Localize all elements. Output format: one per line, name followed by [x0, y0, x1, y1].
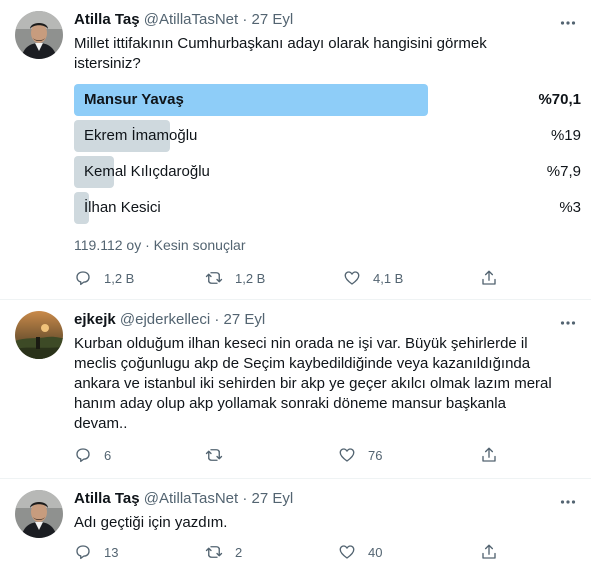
like-button[interactable]: 40 — [338, 542, 382, 562]
share-icon — [482, 544, 496, 559]
more-button[interactable] — [558, 313, 578, 333]
poll-status: Kesin sonuçlar — [153, 237, 246, 253]
tweet-header: ejkejk @ejderkelleci · 27 Eyl — [74, 311, 265, 328]
poll-meta: 119.112 oy · Kesin sonuçlar — [74, 237, 246, 253]
tweet-date[interactable]: 27 Eyl — [224, 311, 266, 328]
separator-dot: · — [242, 11, 248, 28]
author-handle[interactable]: @ejderkelleci — [120, 311, 210, 328]
more-icon — [560, 21, 576, 25]
poll-option-percent: %70,1 — [538, 91, 581, 108]
more-icon — [560, 321, 576, 325]
reply-icon — [76, 545, 90, 560]
avatar-atilla-tas[interactable] — [15, 11, 63, 59]
poll-option-percent: %3 — [559, 199, 581, 216]
share-icon — [482, 270, 496, 285]
more-button[interactable] — [558, 13, 578, 33]
tweet-text-line: Adı geçtiği için yazdım. — [74, 514, 228, 531]
share-button[interactable] — [480, 542, 498, 562]
reply-count: 1,2 B — [104, 270, 135, 286]
tweet-text-line: devam.. — [74, 415, 128, 432]
reply-button[interactable]: 6 — [74, 445, 111, 465]
poll-option: Ekrem İmamoğlu %19 — [74, 120, 581, 152]
retweet-button[interactable] — [205, 445, 235, 465]
poll-option: İlhan Kesici %3 — [74, 192, 581, 224]
tweet-3[interactable]: Atilla Taş @AtillaTasNet · 27 Eyl Adı ge… — [0, 479, 591, 570]
tweet-text: Kurban olduğum ilhan keseci nin orada ne… — [74, 334, 574, 434]
more-button[interactable] — [558, 492, 578, 512]
like-icon — [339, 448, 355, 462]
reply-icon — [76, 448, 90, 463]
reply-icon — [76, 271, 90, 286]
share-button[interactable] — [480, 268, 498, 288]
author-handle[interactable]: @AtillaTasNet — [144, 490, 238, 507]
share-button[interactable] — [480, 445, 498, 465]
poll-votes: 119.112 oy — [74, 237, 142, 253]
tweet-header: Atilla Taş @AtillaTasNet · 27 Eyl — [74, 11, 293, 28]
author-handle[interactable]: @AtillaTasNet — [144, 11, 238, 28]
avatar-ejkejk[interactable] — [15, 311, 63, 359]
share-icon — [482, 447, 496, 462]
like-count: 76 — [368, 447, 383, 463]
retweet-button[interactable]: 2 — [205, 542, 242, 562]
avatar-atilla-tas[interactable] — [15, 490, 63, 538]
retweet-button[interactable]: 1,2 B — [205, 268, 265, 288]
retweet-icon — [205, 272, 223, 284]
tweet-text-line: meclis çoğunlugu akp de Seçim kaybedildi… — [74, 355, 531, 372]
retweet-count: 1,2 B — [235, 270, 266, 286]
tweet-text-line: istersiniz? — [74, 55, 141, 72]
retweet-count: 2 — [235, 544, 243, 560]
author-name[interactable]: ejkejk — [74, 311, 116, 328]
tweet-header: Atilla Taş @AtillaTasNet · 27 Eyl — [74, 490, 293, 507]
tweet-1[interactable]: Atilla Taş @AtillaTasNet · 27 Eyl Millet… — [0, 0, 591, 298]
reply-button[interactable]: 13 — [74, 542, 118, 562]
poll-option-percent: %7,9 — [546, 163, 581, 180]
poll-option-label: İlhan Kesici — [84, 199, 161, 216]
tweet-date[interactable]: 27 Eyl — [252, 11, 294, 28]
reply-button[interactable]: 1,2 B — [74, 268, 134, 288]
tweet-text-line: hanım aday olup akp yollamak sonraki dön… — [74, 395, 506, 412]
like-icon — [339, 545, 355, 559]
more-icon — [560, 500, 576, 504]
separator-dot: · — [242, 490, 248, 507]
poll-option-label: Kemal Kılıçdaroğlu — [84, 163, 210, 180]
reply-count: 13 — [104, 544, 119, 560]
tweet-text-line: Kurban olduğum ilhan keseci nin orada ne… — [74, 335, 528, 352]
tweet-text-line: Millet ittifakının Cumhurbaşkanı adayı o… — [74, 35, 487, 52]
tweet-2[interactable]: ejkejk @ejderkelleci · 27 Eyl Kurban old… — [0, 300, 591, 478]
poll-option: Kemal Kılıçdaroğlu %7,9 — [74, 156, 581, 188]
like-button[interactable]: 76 — [338, 445, 382, 465]
separator-dot: · — [214, 311, 220, 328]
author-name[interactable]: Atilla Taş — [74, 490, 140, 507]
poll-option-percent: %19 — [550, 127, 581, 144]
tweet-text: Adı geçtiği için yazdım. — [74, 513, 574, 533]
tweet-text-line: ankara ve istanbul iki sehirden bir akp … — [74, 375, 552, 392]
author-name[interactable]: Atilla Taş — [74, 11, 140, 28]
tweet-text: Millet ittifakının Cumhurbaşkanı adayı o… — [74, 34, 574, 74]
retweet-icon — [205, 449, 223, 461]
poll-option-label: Mansur Yavaş — [84, 91, 184, 108]
tweet-date[interactable]: 27 Eyl — [252, 490, 294, 507]
poll-option-label: Ekrem İmamoğlu — [84, 127, 198, 144]
like-count: 40 — [368, 544, 383, 560]
like-icon — [344, 271, 360, 285]
retweet-icon — [205, 546, 223, 558]
poll-option: Mansur Yavaş %70,1 — [74, 84, 581, 116]
separator-dot: · — [145, 237, 150, 253]
like-count: 4,1 B — [373, 270, 404, 286]
like-button[interactable]: 4,1 B — [343, 268, 403, 288]
reply-count: 6 — [104, 447, 112, 463]
